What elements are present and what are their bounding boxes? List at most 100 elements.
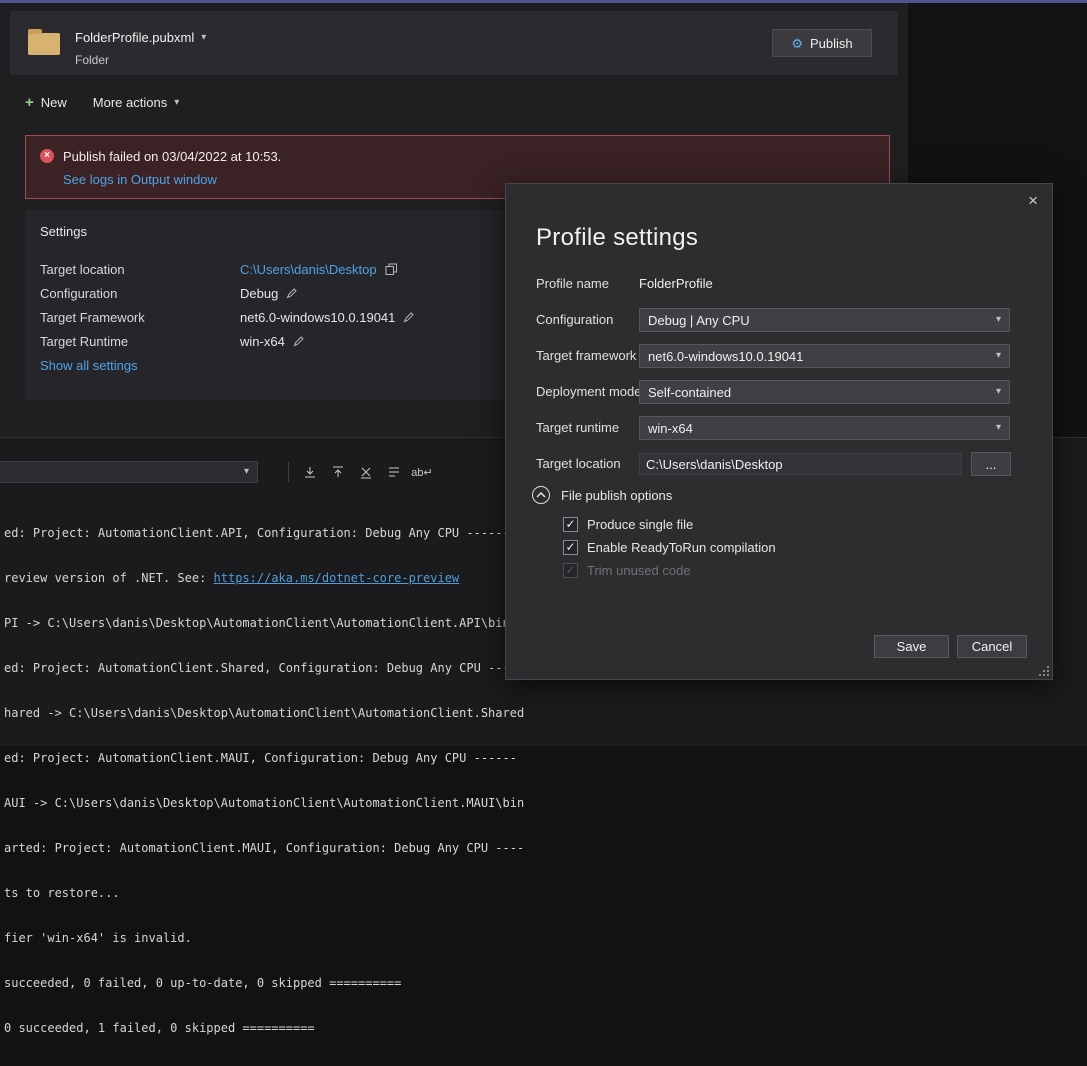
console-line: ed: Project: AutomationClient.Shared, Co… bbox=[4, 661, 524, 676]
edit-pencil-icon[interactable] bbox=[293, 335, 305, 347]
plus-icon: + bbox=[25, 95, 34, 110]
dialog-row-deployment-mode: Deployment mode Self-contained ▾ bbox=[536, 380, 1026, 404]
console-line: hared -> C:\Users\danis\Desktop\Automati… bbox=[4, 706, 524, 721]
dialog-row-target-runtime: Target runtime win-x64 ▾ bbox=[536, 416, 1026, 440]
folder-icon bbox=[28, 33, 60, 55]
cancel-button[interactable]: Cancel bbox=[957, 635, 1027, 658]
setting-value: win-x64 bbox=[240, 334, 285, 349]
selected-value: win-x64 bbox=[648, 421, 693, 436]
enable-readytorun-option: ✓ Enable ReadyToRun compilation bbox=[563, 537, 776, 557]
chevron-down-icon: ▾ bbox=[996, 351, 1001, 361]
go-to-next-message-icon[interactable] bbox=[328, 462, 348, 482]
setting-label: Target Runtime bbox=[40, 334, 240, 349]
output-toolbar: ab↵ bbox=[300, 462, 432, 482]
chevron-up-circle-icon[interactable] bbox=[532, 486, 550, 504]
profile-selector[interactable]: FolderProfile.pubxml ▾ bbox=[75, 30, 206, 45]
show-output-from-combo[interactable]: ▾ bbox=[0, 461, 258, 483]
publish-button[interactable]: ⚙ Publish bbox=[772, 29, 872, 57]
configuration-select[interactable]: Debug | Any CPU ▾ bbox=[639, 308, 1010, 332]
settings-row-target-runtime: Target Runtime win-x64 bbox=[40, 332, 305, 350]
target-runtime-select[interactable]: win-x64 ▾ bbox=[639, 416, 1010, 440]
dialog-row-target-framework: Target framework net6.0-windows10.0.1904… bbox=[536, 344, 1026, 368]
chevron-down-icon: ▾ bbox=[996, 387, 1001, 397]
output-console: ed: Project: AutomationClient.API, Confi… bbox=[4, 496, 524, 1066]
publish-icon: ⚙ bbox=[791, 37, 803, 50]
profile-actions: + New More actions ▾ bbox=[25, 95, 179, 110]
more-actions-button[interactable]: More actions ▾ bbox=[93, 95, 179, 110]
file-publish-options-label: File publish options bbox=[561, 488, 672, 503]
settings-row-target-framework: Target Framework net6.0-windows10.0.1904… bbox=[40, 308, 415, 326]
produce-single-file-checkbox[interactable]: ✓ bbox=[563, 517, 578, 532]
console-line: PI -> C:\Users\danis\Desktop\AutomationC… bbox=[4, 616, 524, 631]
profile-file-name[interactable]: FolderProfile.pubxml bbox=[75, 30, 194, 45]
profile-settings-dialog: × Profile settings Profile name FolderPr… bbox=[505, 183, 1053, 680]
console-text: review version of .NET. See: bbox=[4, 571, 214, 585]
selected-value: Debug | Any CPU bbox=[648, 313, 750, 328]
target-framework-select[interactable]: net6.0-windows10.0.19041 ▾ bbox=[639, 344, 1010, 368]
trim-unused-code-option: ✓ Trim unused code bbox=[563, 560, 691, 580]
field-label: Configuration bbox=[536, 312, 613, 327]
new-profile-button[interactable]: + New bbox=[25, 95, 67, 110]
checkbox-label: Produce single file bbox=[587, 517, 693, 532]
publish-button-label: Publish bbox=[810, 36, 853, 51]
console-line: arted: Project: AutomationClient.MAUI, C… bbox=[4, 841, 524, 856]
produce-single-file-option: ✓ Produce single file bbox=[563, 514, 693, 534]
dialog-row-target-location: Target location ... bbox=[536, 452, 1026, 476]
save-button[interactable]: Save bbox=[874, 635, 949, 658]
go-to-previous-message-icon[interactable] bbox=[300, 462, 320, 482]
more-actions-label: More actions bbox=[93, 95, 167, 110]
selected-value: Self-contained bbox=[648, 385, 731, 400]
field-label: Deployment mode bbox=[536, 384, 642, 399]
chevron-down-icon[interactable]: ▾ bbox=[201, 33, 206, 43]
error-icon: × bbox=[40, 149, 54, 163]
toggle-word-wrap-icon[interactable]: ab↵ bbox=[412, 462, 432, 482]
target-location-link[interactable]: C:\Users\danis\Desktop bbox=[240, 262, 377, 277]
target-location-input[interactable] bbox=[639, 453, 962, 475]
clear-all-icon[interactable] bbox=[356, 462, 376, 482]
show-all-settings-link[interactable]: Show all settings bbox=[40, 358, 138, 373]
checkbox-label: Trim unused code bbox=[587, 563, 691, 578]
edit-pencil-icon[interactable] bbox=[403, 311, 415, 323]
console-line: fier 'win-x64' is invalid. bbox=[4, 931, 524, 946]
enable-readytorun-checkbox[interactable]: ✓ bbox=[563, 540, 578, 555]
console-line: ed: Project: AutomationClient.API, Confi… bbox=[4, 526, 524, 541]
file-publish-options-toggle[interactable]: File publish options bbox=[532, 486, 672, 504]
field-label: Target runtime bbox=[536, 420, 619, 435]
console-line: ed: Project: AutomationClient.MAUI, Conf… bbox=[4, 751, 524, 766]
dotnet-preview-link[interactable]: https://aka.ms/dotnet-core-preview bbox=[214, 571, 460, 585]
field-label: Profile name bbox=[536, 276, 609, 291]
deployment-mode-select[interactable]: Self-contained ▾ bbox=[639, 380, 1010, 404]
chevron-down-icon: ▾ bbox=[174, 98, 179, 108]
field-label: Target framework bbox=[536, 348, 636, 363]
trim-unused-code-checkbox: ✓ bbox=[563, 563, 578, 578]
selected-value: net6.0-windows10.0.19041 bbox=[648, 349, 803, 364]
messages-list-icon[interactable] bbox=[384, 462, 404, 482]
settings-row-configuration: Configuration Debug bbox=[40, 284, 298, 302]
console-line: AUI -> C:\Users\danis\Desktop\Automation… bbox=[4, 796, 524, 811]
dialog-row-profile-name: Profile name FolderProfile bbox=[536, 272, 1026, 296]
close-icon[interactable]: × bbox=[1028, 192, 1038, 209]
new-button-label: New bbox=[41, 95, 67, 110]
output-logs-link[interactable]: See logs in Output window bbox=[63, 172, 217, 187]
console-line: 0 succeeded, 1 failed, 0 skipped =======… bbox=[4, 1021, 524, 1036]
check-icon: ✓ bbox=[565, 518, 575, 530]
console-line: succeeded, 0 failed, 0 up-to-date, 0 ski… bbox=[4, 976, 524, 991]
setting-value: net6.0-windows10.0.19041 bbox=[240, 310, 395, 325]
profile-header: FolderProfile.pubxml ▾ Folder ⚙ Publish bbox=[10, 11, 898, 75]
setting-value: Debug bbox=[240, 286, 278, 301]
setting-label: Target Framework bbox=[40, 310, 240, 325]
checkbox-label: Enable ReadyToRun compilation bbox=[587, 540, 776, 555]
copy-icon[interactable] bbox=[385, 263, 398, 276]
resize-grip[interactable] bbox=[1039, 666, 1049, 676]
console-line: ts to restore... bbox=[4, 886, 524, 901]
chevron-down-icon: ▾ bbox=[244, 467, 249, 477]
error-message: Publish failed on 03/04/2022 at 10:53. bbox=[63, 149, 281, 164]
edit-pencil-icon[interactable] bbox=[286, 287, 298, 299]
chevron-down-icon: ▾ bbox=[996, 315, 1001, 325]
setting-label: Target location bbox=[40, 262, 240, 277]
browse-button[interactable]: ... bbox=[971, 452, 1011, 476]
settings-title: Settings bbox=[40, 224, 87, 239]
field-label: Target location bbox=[536, 456, 621, 471]
profile-type-label: Folder bbox=[75, 53, 109, 67]
setting-label: Configuration bbox=[40, 286, 240, 301]
